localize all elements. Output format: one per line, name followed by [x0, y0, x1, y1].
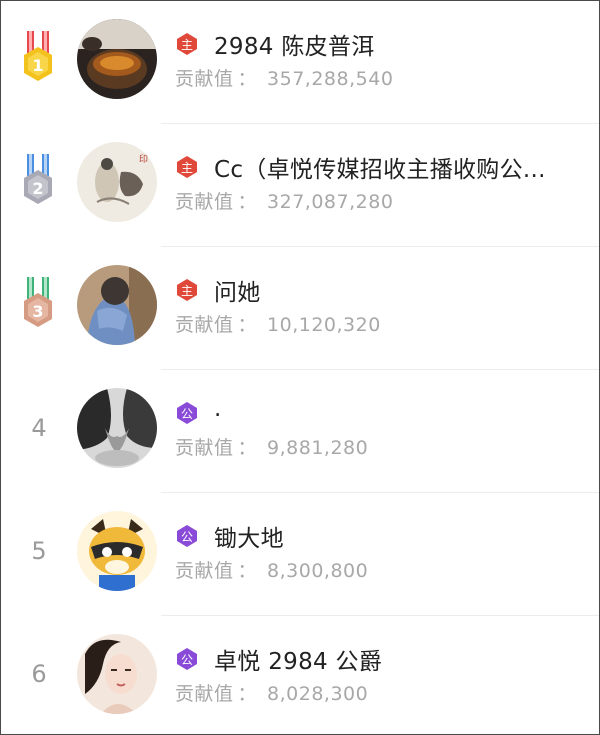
avatar[interactable] — [77, 265, 157, 345]
medal-rank: 1 — [32, 56, 43, 75]
contribution-label: 贡献值 — [175, 191, 234, 213]
contribution-value: 327,087,280 — [267, 191, 394, 213]
rank-number: 4 — [31, 414, 47, 442]
contribution: 贡献值： 357,288,540 — [175, 64, 393, 91]
rank-number: 5 — [31, 537, 47, 565]
contribution: 贡献值： 10,120,320 — [175, 310, 381, 337]
list-item[interactable]: 4 公 . 贡献值： 9,881,280 — [1, 370, 599, 493]
bronze-medal-icon: 3 — [24, 277, 52, 327]
contribution: 贡献值： 9,881,280 — [175, 433, 368, 460]
avatar[interactable]: 印 — [77, 142, 157, 222]
badge-text: 主 — [181, 38, 193, 52]
badge-text: 公 — [181, 653, 193, 667]
svg-text:印: 印 — [139, 153, 148, 165]
avatar[interactable] — [77, 511, 157, 591]
host-badge-icon: 主 — [177, 156, 197, 178]
contribution-separator: ： — [237, 683, 258, 705]
avatar[interactable] — [77, 19, 157, 99]
contribution-label: 贡献值 — [175, 683, 234, 705]
contribution-separator: ： — [237, 314, 258, 336]
duke-badge-icon: 公 — [177, 648, 197, 670]
contribution-label: 贡献值 — [175, 314, 234, 336]
contribution: 贡献值： 8,028,300 — [175, 679, 368, 706]
medal-rank: 2 — [32, 179, 43, 198]
badge-text: 主 — [181, 161, 193, 175]
contribution: 贡献值： 8,300,800 — [175, 556, 368, 583]
contribution-value: 8,028,300 — [267, 683, 369, 705]
duke-badge-icon: 公 — [177, 402, 197, 424]
badge-text: 公 — [181, 407, 193, 421]
duke-badge-icon: 公 — [177, 525, 197, 547]
host-badge-icon: 主 — [177, 33, 197, 55]
avatar[interactable] — [77, 634, 157, 714]
contribution-separator: ： — [237, 560, 258, 582]
contribution-separator: ： — [237, 68, 258, 90]
host-badge-icon: 主 — [177, 279, 197, 301]
contribution-separator: ： — [237, 437, 258, 459]
username: Cc（卓悦传媒招收主播收购公... — [214, 157, 546, 183]
contribution-value: 9,881,280 — [267, 437, 369, 459]
gold-medal-icon: 1 — [24, 31, 52, 81]
badge-text: 主 — [181, 284, 193, 298]
username: 卓悦 2984 公爵 — [214, 649, 383, 675]
list-item[interactable]: 6 公 卓悦 2984 公爵 贡献值： 8,028,300 — [1, 616, 599, 734]
list-item[interactable]: 5 公 锄大地 贡献值： 8,300,800 — [1, 493, 599, 616]
contribution-value: 8,300,800 — [267, 560, 369, 582]
username: . — [214, 396, 222, 422]
list-item[interactable]: 1 主 2984 陈皮普洱 贡献值： 357,288,540 — [1, 1, 599, 124]
contribution: 贡献值： 327,087,280 — [175, 187, 393, 214]
rank-number: 6 — [31, 660, 47, 688]
contribution-value: 357,288,540 — [267, 68, 394, 90]
avatar[interactable] — [77, 388, 157, 468]
contribution-value: 10,120,320 — [267, 314, 381, 336]
contribution-label: 贡献值 — [175, 68, 234, 90]
contribution-separator: ： — [237, 191, 258, 213]
medal-rank: 3 — [32, 302, 43, 321]
silver-medal-icon: 2 — [24, 154, 52, 204]
contribution-label: 贡献值 — [175, 560, 234, 582]
list-item[interactable]: 3 主 问她 贡献值： 10,120,320 — [1, 247, 599, 370]
badge-text: 公 — [181, 530, 193, 544]
username: 锄大地 — [214, 526, 284, 552]
contribution-leaderboard: 1 主 2984 陈皮普洱 贡献值： 357,288,540 2 印 主 Cc（… — [0, 0, 600, 735]
contribution-label: 贡献值 — [175, 437, 234, 459]
username: 2984 陈皮普洱 — [214, 34, 375, 60]
list-item[interactable]: 2 印 主 Cc（卓悦传媒招收主播收购公... 贡献值： 327,087,280 — [1, 124, 599, 247]
username: 问她 — [214, 280, 261, 306]
